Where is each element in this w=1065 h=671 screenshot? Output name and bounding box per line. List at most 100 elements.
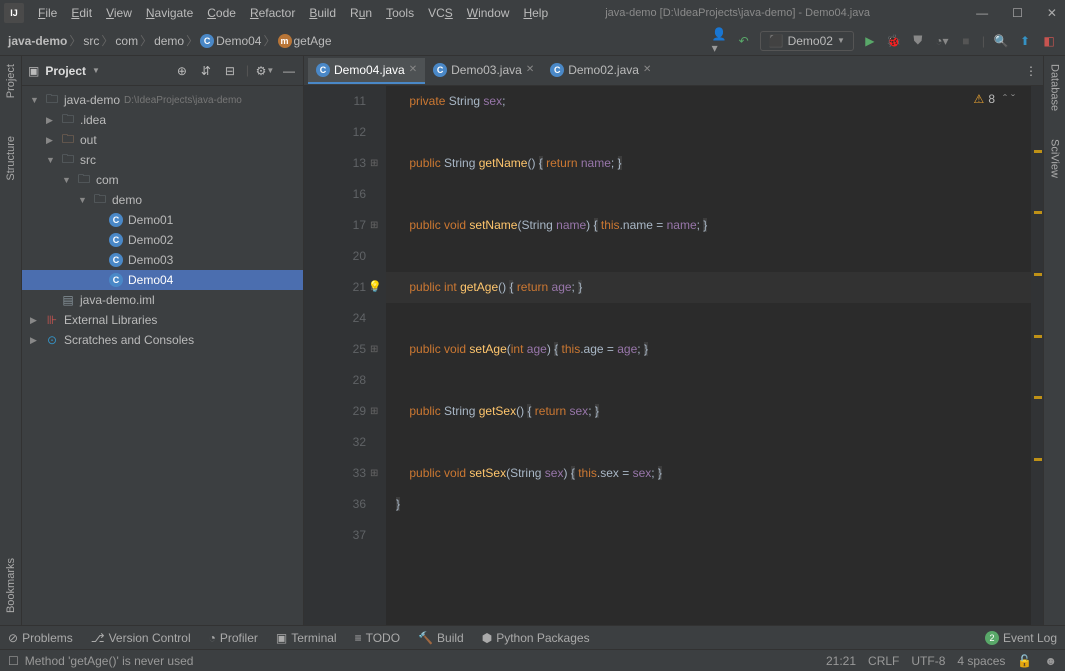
hide-panel-icon[interactable]: — <box>281 63 297 79</box>
status-lock-icon[interactable]: 🔓 <box>1017 654 1032 668</box>
tool-terminal[interactable]: ▣Terminal <box>276 631 337 645</box>
status-encoding[interactable]: UTF-8 <box>911 654 945 668</box>
tool-build[interactable]: 🔨Build <box>418 631 464 645</box>
breadcrumb-item[interactable]: java-demo <box>8 34 67 48</box>
tree-row[interactable]: CDemo01 <box>22 210 303 230</box>
breadcrumb-item[interactable]: com <box>115 34 138 48</box>
settings-icon[interactable]: ⚙ ▼ <box>257 63 273 79</box>
tab-demo03[interactable]: C Demo03.java ✕ <box>425 58 542 84</box>
main-area: Project Structure Bookmarks ▣ Project ▼ … <box>0 56 1065 625</box>
status-message: Method 'getAge()' is never used <box>25 654 194 668</box>
tab-label: Demo03.java <box>451 63 522 77</box>
tool-problems[interactable]: ⊘Problems <box>8 631 73 645</box>
tool-structure-tab[interactable]: Structure <box>3 132 19 185</box>
tab-demo04[interactable]: C Demo04.java ✕ <box>308 58 425 84</box>
menu-run[interactable]: Run <box>344 4 378 22</box>
tree-row[interactable]: ▶🗀out <box>22 130 303 150</box>
tool-sciview-tab[interactable]: SciView <box>1047 135 1063 182</box>
tree-row[interactable]: ▶⊪External Libraries <box>22 310 303 330</box>
tool-database-tab[interactable]: Database <box>1047 60 1063 115</box>
menu-refactor[interactable]: Refactor <box>244 4 301 22</box>
search-icon[interactable]: 🔍 <box>993 33 1009 49</box>
tool-vcs[interactable]: ⎇Version Control <box>91 631 191 645</box>
select-opened-icon[interactable]: ⊕ <box>174 63 190 79</box>
run-icon[interactable]: ▶ <box>862 33 878 49</box>
tool-todo[interactable]: ≡TODO <box>355 631 400 645</box>
tree-row[interactable]: CDemo02 <box>22 230 303 250</box>
tab-close-icon[interactable]: ✕ <box>526 64 534 75</box>
tree-row[interactable]: ▶🗀.idea <box>22 110 303 130</box>
tabs-more-icon[interactable]: ⋮ <box>1023 63 1039 79</box>
tree-row[interactable]: ▤java-demo.iml <box>22 290 303 310</box>
stop-icon[interactable]: ■ <box>958 33 974 49</box>
maximize-icon[interactable]: ☐ <box>1008 6 1027 20</box>
status-notif-icon[interactable]: ☻ <box>1044 654 1057 668</box>
tab-label: Demo04.java <box>334 63 405 77</box>
collapse-all-icon[interactable]: ⊟ <box>222 63 238 79</box>
sync-icon[interactable]: ⬆ <box>1017 33 1033 49</box>
ide-icon[interactable]: ◧ <box>1041 33 1057 49</box>
code-editor[interactable]: 111213⊞1617⊞2021⊞💡2425⊞2829⊞3233⊞3637 ⚠8… <box>304 86 1043 625</box>
tool-bookmarks-tab[interactable]: Bookmarks <box>3 554 19 617</box>
menu-vcs[interactable]: VCS <box>422 4 459 22</box>
status-icon[interactable]: ☐ <box>8 654 19 668</box>
folder-icon: 🗀 <box>60 150 76 171</box>
menu-navigate[interactable]: Navigate <box>140 4 199 22</box>
project-tree[interactable]: ▼🗀java-demoD:\IdeaProjects\java-demo▶🗀.i… <box>22 86 303 625</box>
breadcrumb-item[interactable]: Demo04 <box>216 34 261 48</box>
tab-close-icon[interactable]: ✕ <box>643 64 651 75</box>
tree-row[interactable]: ▶⊙Scratches and Consoles <box>22 330 303 350</box>
debug-icon[interactable]: 🐞 <box>886 33 902 49</box>
menu-build[interactable]: Build <box>303 4 342 22</box>
profile-icon[interactable]: ◔▾ <box>934 33 950 49</box>
folder-icon: 🗀 <box>92 190 108 211</box>
status-line-sep[interactable]: CRLF <box>868 654 899 668</box>
tree-row[interactable]: CDemo03 <box>22 250 303 270</box>
back-icon[interactable]: ↶ <box>736 33 752 49</box>
left-tool-strip: Project Structure Bookmarks <box>0 56 22 625</box>
project-panel-header: ▣ Project ▼ ⊕ ⇵ ⊟ | ⚙ ▼ — <box>22 56 303 86</box>
tool-profiler[interactable]: ◔Profiler <box>209 631 258 645</box>
breadcrumb-item[interactable]: getAge <box>294 34 332 48</box>
editor-tabs: C Demo04.java ✕ C Demo03.java ✕ C Demo02… <box>304 56 1043 86</box>
problems-badge[interactable]: ⚠8 ˆˇ <box>974 92 1015 106</box>
breadcrumb-item[interactable]: demo <box>154 34 184 48</box>
tab-demo02[interactable]: C Demo02.java ✕ <box>542 58 659 84</box>
tool-eventlog[interactable]: 2 Event Log <box>985 631 1057 645</box>
menu-tools[interactable]: Tools <box>380 4 420 22</box>
main-menu: File Edit View Navigate Code Refactor Bu… <box>32 4 554 22</box>
project-view-dropdown[interactable]: ▼ <box>92 66 100 75</box>
coverage-icon[interactable]: ⛊ <box>910 33 926 49</box>
minimize-icon[interactable]: — <box>972 6 992 20</box>
menu-help[interactable]: Help <box>517 4 554 22</box>
menu-code[interactable]: Code <box>201 4 242 22</box>
menu-file[interactable]: File <box>32 4 63 22</box>
class-icon: C <box>108 273 124 287</box>
folder-icon: 🗀 <box>44 90 60 111</box>
breadcrumb-item[interactable]: src <box>83 34 99 48</box>
tree-row[interactable]: ▼🗀java-demoD:\IdeaProjects\java-demo <box>22 90 303 110</box>
project-panel: ▣ Project ▼ ⊕ ⇵ ⊟ | ⚙ ▼ — ▼🗀java-demoD:\… <box>22 56 304 625</box>
tool-project-tab[interactable]: Project <box>3 60 19 102</box>
window-title: java-demo [D:\IdeaProjects\java-demo] - … <box>605 7 870 19</box>
status-indent[interactable]: 4 spaces <box>957 654 1005 668</box>
status-position[interactable]: 21:21 <box>826 654 856 668</box>
breadcrumb: java-demo 〉 src 〉 com 〉 demo 〉 C Demo04 … <box>8 32 332 49</box>
user-icon[interactable]: 👤▾ <box>712 33 728 49</box>
tree-row[interactable]: ▼🗀com <box>22 170 303 190</box>
tab-close-icon[interactable]: ✕ <box>409 64 417 75</box>
close-icon[interactable]: ✕ <box>1043 6 1061 20</box>
expand-all-icon[interactable]: ⇵ <box>198 63 214 79</box>
menu-view[interactable]: View <box>100 4 138 22</box>
tool-python[interactable]: ⬢Python Packages <box>482 631 590 645</box>
app-logo-icon: IJ <box>4 3 24 23</box>
tree-row[interactable]: CDemo04 <box>22 270 303 290</box>
menu-edit[interactable]: Edit <box>65 4 98 22</box>
run-config-selector[interactable]: ⬛ Demo02 ▼ <box>760 31 854 51</box>
tree-row[interactable]: ▼🗀demo <box>22 190 303 210</box>
folder-orange-icon: 🗀 <box>60 130 76 151</box>
code-content[interactable]: ⚠8 ˆˇ private String sex; public String … <box>386 86 1043 625</box>
error-stripe[interactable] <box>1031 86 1043 625</box>
menu-window[interactable]: Window <box>461 4 516 22</box>
tree-row[interactable]: ▼🗀src <box>22 150 303 170</box>
